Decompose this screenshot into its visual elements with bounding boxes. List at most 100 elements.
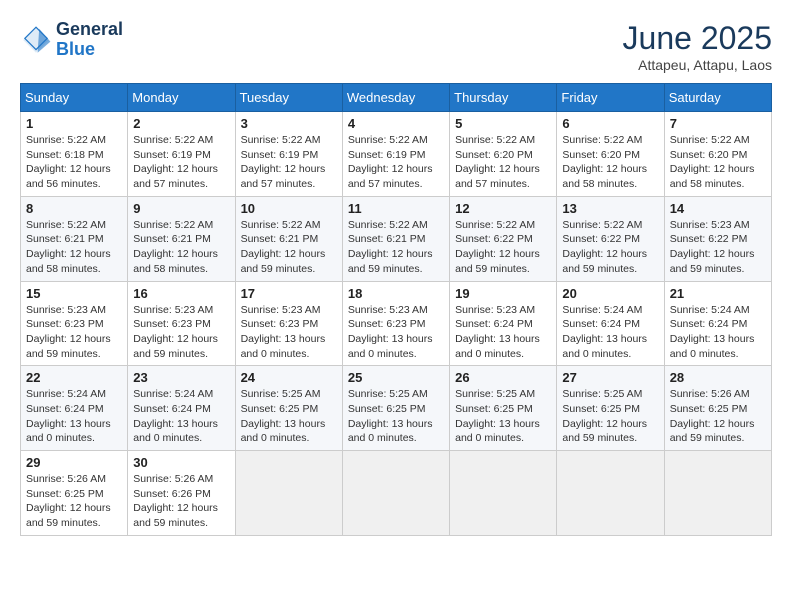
day-info: Sunrise: 5:26 AMSunset: 6:25 PMDaylight:… [26,473,111,529]
day-number: 22 [26,370,122,385]
weekday-header: Tuesday [235,84,342,112]
day-info: Sunrise: 5:23 AMSunset: 6:23 PMDaylight:… [241,304,326,360]
day-info: Sunrise: 5:22 AMSunset: 6:18 PMDaylight:… [26,134,111,190]
day-number: 14 [670,201,766,216]
day-info: Sunrise: 5:23 AMSunset: 6:23 PMDaylight:… [133,304,218,360]
calendar-table: SundayMondayTuesdayWednesdayThursdayFrid… [20,83,772,536]
day-info: Sunrise: 5:22 AMSunset: 6:22 PMDaylight:… [455,219,540,275]
calendar-week-row: 29 Sunrise: 5:26 AMSunset: 6:25 PMDaylig… [21,451,772,536]
day-number: 25 [348,370,444,385]
day-info: Sunrise: 5:22 AMSunset: 6:21 PMDaylight:… [26,219,111,275]
calendar-day-cell: 29 Sunrise: 5:26 AMSunset: 6:25 PMDaylig… [21,451,128,536]
calendar-day-cell: 8 Sunrise: 5:22 AMSunset: 6:21 PMDayligh… [21,196,128,281]
day-info: Sunrise: 5:22 AMSunset: 6:20 PMDaylight:… [670,134,755,190]
day-info: Sunrise: 5:25 AMSunset: 6:25 PMDaylight:… [348,388,433,444]
day-number: 23 [133,370,229,385]
day-number: 12 [455,201,551,216]
calendar-day-cell: 6 Sunrise: 5:22 AMSunset: 6:20 PMDayligh… [557,112,664,197]
day-number: 28 [670,370,766,385]
calendar-week-row: 8 Sunrise: 5:22 AMSunset: 6:21 PMDayligh… [21,196,772,281]
day-number: 26 [455,370,551,385]
location-title: Attapeu, Attapu, Laos [623,57,772,73]
day-info: Sunrise: 5:26 AMSunset: 6:26 PMDaylight:… [133,473,218,529]
calendar-day-cell: 15 Sunrise: 5:23 AMSunset: 6:23 PMDaylig… [21,281,128,366]
calendar-day-cell: 5 Sunrise: 5:22 AMSunset: 6:20 PMDayligh… [450,112,557,197]
weekday-header: Monday [128,84,235,112]
calendar-day-cell: 14 Sunrise: 5:23 AMSunset: 6:22 PMDaylig… [664,196,771,281]
day-info: Sunrise: 5:22 AMSunset: 6:22 PMDaylight:… [562,219,647,275]
day-number: 2 [133,116,229,131]
day-number: 11 [348,201,444,216]
weekday-header: Sunday [21,84,128,112]
calendar-day-cell: 10 Sunrise: 5:22 AMSunset: 6:21 PMDaylig… [235,196,342,281]
day-number: 24 [241,370,337,385]
calendar-day-cell: 24 Sunrise: 5:25 AMSunset: 6:25 PMDaylig… [235,366,342,451]
day-info: Sunrise: 5:24 AMSunset: 6:24 PMDaylight:… [26,388,111,444]
day-info: Sunrise: 5:23 AMSunset: 6:24 PMDaylight:… [455,304,540,360]
day-number: 19 [455,286,551,301]
day-number: 17 [241,286,337,301]
day-number: 3 [241,116,337,131]
calendar-day-cell [664,451,771,536]
day-number: 7 [670,116,766,131]
calendar-day-cell [557,451,664,536]
day-info: Sunrise: 5:24 AMSunset: 6:24 PMDaylight:… [133,388,218,444]
title-area: June 2025 Attapeu, Attapu, Laos [623,20,772,73]
day-info: Sunrise: 5:23 AMSunset: 6:23 PMDaylight:… [26,304,111,360]
calendar-day-cell: 28 Sunrise: 5:26 AMSunset: 6:25 PMDaylig… [664,366,771,451]
day-number: 18 [348,286,444,301]
logo: General Blue [20,20,123,60]
calendar-day-cell: 11 Sunrise: 5:22 AMSunset: 6:21 PMDaylig… [342,196,449,281]
calendar-day-cell: 27 Sunrise: 5:25 AMSunset: 6:25 PMDaylig… [557,366,664,451]
calendar-day-cell: 18 Sunrise: 5:23 AMSunset: 6:23 PMDaylig… [342,281,449,366]
calendar-day-cell: 30 Sunrise: 5:26 AMSunset: 6:26 PMDaylig… [128,451,235,536]
day-info: Sunrise: 5:25 AMSunset: 6:25 PMDaylight:… [455,388,540,444]
calendar-day-cell: 9 Sunrise: 5:22 AMSunset: 6:21 PMDayligh… [128,196,235,281]
day-info: Sunrise: 5:22 AMSunset: 6:19 PMDaylight:… [241,134,326,190]
calendar-day-cell: 2 Sunrise: 5:22 AMSunset: 6:19 PMDayligh… [128,112,235,197]
day-number: 9 [133,201,229,216]
day-info: Sunrise: 5:22 AMSunset: 6:19 PMDaylight:… [348,134,433,190]
calendar-day-cell: 23 Sunrise: 5:24 AMSunset: 6:24 PMDaylig… [128,366,235,451]
calendar-day-cell [235,451,342,536]
day-info: Sunrise: 5:23 AMSunset: 6:22 PMDaylight:… [670,219,755,275]
calendar-week-row: 22 Sunrise: 5:24 AMSunset: 6:24 PMDaylig… [21,366,772,451]
day-number: 6 [562,116,658,131]
day-number: 15 [26,286,122,301]
day-number: 20 [562,286,658,301]
day-number: 10 [241,201,337,216]
day-number: 5 [455,116,551,131]
day-info: Sunrise: 5:25 AMSunset: 6:25 PMDaylight:… [241,388,326,444]
calendar-day-cell: 17 Sunrise: 5:23 AMSunset: 6:23 PMDaylig… [235,281,342,366]
calendar-day-cell: 19 Sunrise: 5:23 AMSunset: 6:24 PMDaylig… [450,281,557,366]
calendar-day-cell: 25 Sunrise: 5:25 AMSunset: 6:25 PMDaylig… [342,366,449,451]
calendar-day-cell [342,451,449,536]
day-number: 4 [348,116,444,131]
weekday-header: Thursday [450,84,557,112]
day-info: Sunrise: 5:22 AMSunset: 6:20 PMDaylight:… [562,134,647,190]
weekday-header: Saturday [664,84,771,112]
day-number: 13 [562,201,658,216]
day-number: 8 [26,201,122,216]
day-number: 30 [133,455,229,470]
calendar-day-cell: 22 Sunrise: 5:24 AMSunset: 6:24 PMDaylig… [21,366,128,451]
day-info: Sunrise: 5:26 AMSunset: 6:25 PMDaylight:… [670,388,755,444]
day-number: 21 [670,286,766,301]
day-number: 16 [133,286,229,301]
day-info: Sunrise: 5:22 AMSunset: 6:21 PMDaylight:… [133,219,218,275]
calendar-day-cell: 7 Sunrise: 5:22 AMSunset: 6:20 PMDayligh… [664,112,771,197]
calendar-day-cell: 1 Sunrise: 5:22 AMSunset: 6:18 PMDayligh… [21,112,128,197]
calendar-day-cell: 13 Sunrise: 5:22 AMSunset: 6:22 PMDaylig… [557,196,664,281]
calendar-day-cell: 21 Sunrise: 5:24 AMSunset: 6:24 PMDaylig… [664,281,771,366]
day-info: Sunrise: 5:24 AMSunset: 6:24 PMDaylight:… [670,304,755,360]
month-title: June 2025 [623,20,772,57]
calendar-day-cell: 26 Sunrise: 5:25 AMSunset: 6:25 PMDaylig… [450,366,557,451]
calendar-week-row: 1 Sunrise: 5:22 AMSunset: 6:18 PMDayligh… [21,112,772,197]
weekday-header: Wednesday [342,84,449,112]
calendar-week-row: 15 Sunrise: 5:23 AMSunset: 6:23 PMDaylig… [21,281,772,366]
day-info: Sunrise: 5:22 AMSunset: 6:20 PMDaylight:… [455,134,540,190]
weekday-header: Friday [557,84,664,112]
logo-text: General Blue [56,20,123,60]
calendar-day-cell: 16 Sunrise: 5:23 AMSunset: 6:23 PMDaylig… [128,281,235,366]
day-info: Sunrise: 5:25 AMSunset: 6:25 PMDaylight:… [562,388,647,444]
